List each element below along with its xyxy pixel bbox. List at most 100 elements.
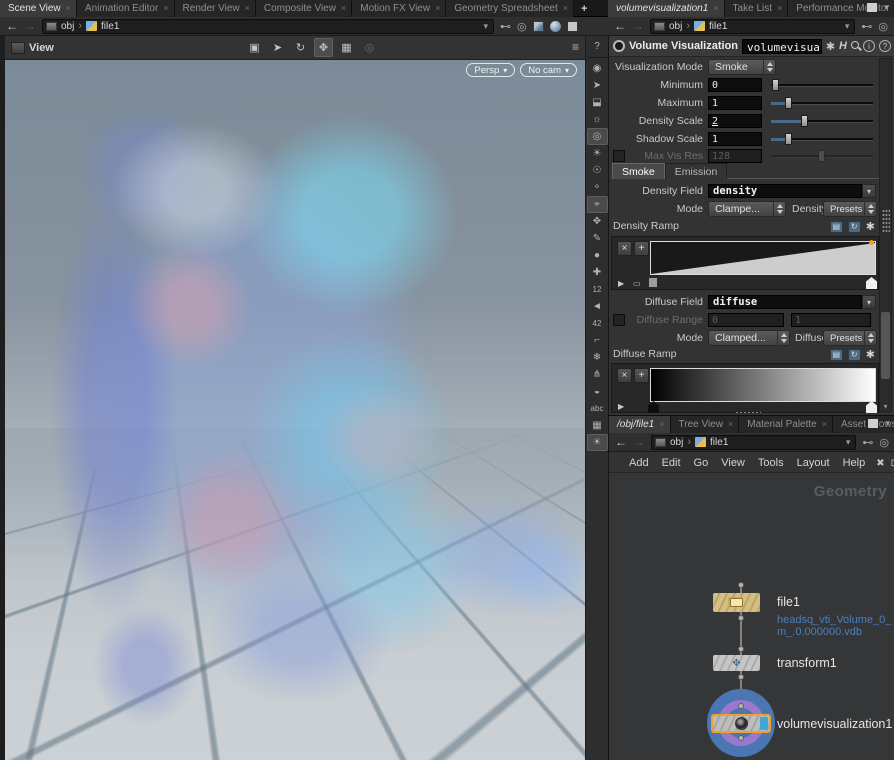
tab-composite-view[interactable]: Composite View× bbox=[256, 0, 352, 17]
node-connector-dot[interactable] bbox=[738, 735, 744, 741]
node-connector-dot[interactable] bbox=[738, 674, 744, 680]
pin-icon[interactable]: ⊷ bbox=[500, 20, 511, 33]
pin-icon[interactable]: ⊷ bbox=[862, 436, 873, 449]
frame-view-icon[interactable]: ⊡ bbox=[891, 458, 894, 469]
diffuse-presets-dropdown[interactable]: Presets bbox=[823, 330, 877, 346]
display-options-icon[interactable]: ≡ bbox=[572, 40, 579, 54]
shadow-scale-field[interactable]: 1 bbox=[708, 132, 762, 146]
houdini-engine-icon[interactable]: H bbox=[839, 40, 847, 52]
ramp-add-point-button[interactable]: + bbox=[634, 368, 649, 383]
node-label-file1[interactable]: file1 bbox=[777, 595, 800, 609]
scene-viewport[interactable]: Persp ▾ No cam ▾ bbox=[5, 60, 585, 760]
lock-camera-icon[interactable]: ⬓ bbox=[587, 94, 608, 111]
floating-pane-icon[interactable] bbox=[567, 21, 578, 32]
ramp-copy-icon[interactable]: ▤ bbox=[830, 221, 843, 233]
radial-menu-icon[interactable]: ◎ bbox=[879, 436, 889, 449]
key-count-icon[interactable]: 42 bbox=[587, 315, 608, 332]
diffuse-ramp-widget[interactable]: × + ▶ bbox=[611, 363, 879, 413]
field-dropdown-icon[interactable]: ▾ bbox=[862, 184, 876, 198]
text-tool-icon[interactable]: abc bbox=[587, 400, 608, 417]
density-scale-slider[interactable] bbox=[771, 115, 873, 127]
search-icon[interactable] bbox=[851, 40, 859, 52]
image-plane-icon[interactable]: ▦ bbox=[587, 417, 608, 434]
shadow-scale-slider[interactable] bbox=[771, 133, 873, 145]
tab-close-icon[interactable]: × bbox=[777, 4, 782, 13]
path-node-label[interactable]: file1 bbox=[101, 21, 119, 32]
ambient-light-icon[interactable]: ☉ bbox=[587, 162, 608, 179]
ramp-expand-icon[interactable]: ▶ bbox=[618, 402, 624, 411]
node-file-path-line2[interactable]: m_.0.000000.vdb bbox=[777, 626, 862, 638]
dot-icon[interactable]: ● bbox=[587, 247, 608, 264]
spinner-icon[interactable] bbox=[864, 331, 876, 345]
view-tool-icon[interactable]: ◎ bbox=[587, 128, 608, 145]
ramp-settings-icon[interactable]: ✱ bbox=[866, 348, 875, 361]
ramp-key-right[interactable] bbox=[866, 277, 877, 289]
diffuse-mode-dropdown[interactable]: Clamped... bbox=[708, 330, 790, 346]
ramp-settings-icon[interactable]: ✱ bbox=[866, 220, 875, 233]
tab-emission[interactable]: Emission bbox=[665, 163, 728, 179]
node-label-transform1[interactable]: transform1 bbox=[777, 656, 837, 670]
forward-icon[interactable]: → bbox=[632, 20, 644, 32]
tab-close-icon[interactable]: × bbox=[659, 420, 664, 429]
path-field[interactable]: obj › file1 ▾ bbox=[650, 19, 855, 34]
spinner-icon[interactable] bbox=[763, 60, 775, 74]
ramp-expand-icon[interactable]: ▶ bbox=[618, 279, 624, 288]
visualization-mode-dropdown[interactable]: Smoke bbox=[708, 59, 776, 75]
frame-count-icon[interactable]: 12 bbox=[587, 281, 608, 298]
density-mode-dropdown[interactable]: Clampe... bbox=[708, 201, 786, 217]
new-tab-button[interactable]: + bbox=[574, 0, 594, 17]
point-light-icon[interactable]: ⚬ bbox=[587, 179, 608, 196]
help-icon[interactable]: ? bbox=[587, 38, 608, 55]
tab-close-icon[interactable]: × bbox=[66, 4, 71, 13]
density-ramp-widget[interactable]: × + ▶ ▭ bbox=[611, 236, 879, 290]
ramp-remove-point-button[interactable]: × bbox=[617, 368, 632, 383]
ramp-key-left[interactable] bbox=[648, 277, 658, 288]
gear-menu-icon[interactable]: ✱ bbox=[826, 40, 835, 53]
tab-close-icon[interactable]: × bbox=[822, 420, 827, 429]
ramp-remove-point-button[interactable]: × bbox=[617, 241, 632, 256]
diffuse-ramp-gradient[interactable] bbox=[650, 368, 876, 402]
tab-close-icon[interactable]: × bbox=[163, 4, 168, 13]
menu-help[interactable]: Help bbox=[843, 457, 866, 469]
tab-geometry-spreadsheet[interactable]: Geometry Spreadsheet× bbox=[446, 0, 574, 17]
back-icon[interactable]: ← bbox=[6, 20, 18, 32]
multi-select-icon[interactable]: ✥ bbox=[587, 213, 608, 230]
geometry-box-icon[interactable]: ▦ bbox=[337, 38, 356, 57]
node-transform1[interactable]: ✥ bbox=[713, 655, 760, 671]
stroke-icon[interactable]: ✚ bbox=[587, 264, 608, 281]
ramp-reload-icon[interactable]: ↻ bbox=[848, 221, 861, 233]
mute-icon[interactable]: ◄ bbox=[587, 298, 608, 315]
tab-close-icon[interactable]: × bbox=[713, 4, 718, 13]
tab-close-icon[interactable]: × bbox=[341, 4, 346, 13]
tab-obj-file1[interactable]: /obj/file1× bbox=[609, 416, 671, 433]
param-scrollbar[interactable]: ▾ bbox=[879, 58, 892, 412]
minimum-field[interactable]: 0 bbox=[708, 78, 762, 92]
pane-menu-icon[interactable]: ▾ bbox=[884, 2, 889, 13]
selected-key-dot[interactable] bbox=[869, 240, 874, 245]
network-canvas[interactable]: Geometry file1 headsq_vti_Volume_0_ m_.0… bbox=[609, 473, 894, 760]
path-dropdown-icon[interactable]: ▾ bbox=[481, 21, 490, 32]
snapshot-icon[interactable]: ▣ bbox=[245, 38, 264, 57]
path-node-label[interactable]: file1 bbox=[710, 437, 728, 448]
ramp-copy-icon[interactable]: ▤ bbox=[830, 349, 843, 361]
maximum-field[interactable]: 1 bbox=[708, 96, 762, 110]
camera-select-button[interactable]: No cam ▾ bbox=[520, 63, 577, 77]
tab-volumevisualization1[interactable]: volumevisualization1× bbox=[608, 0, 725, 17]
scrollbar-handle[interactable] bbox=[881, 312, 890, 379]
tab-tree-view[interactable]: Tree View× bbox=[671, 416, 740, 433]
lamp-icon[interactable]: ☀ bbox=[587, 434, 608, 451]
pane-menu-icon[interactable]: ▾ bbox=[885, 418, 890, 429]
tab-render-view[interactable]: Render View× bbox=[175, 0, 256, 17]
snap-target-icon[interactable]: ⌖ bbox=[587, 196, 608, 213]
tab-close-icon[interactable]: × bbox=[435, 4, 440, 13]
view-mode-icon[interactable]: ◉ bbox=[587, 60, 608, 77]
back-icon[interactable]: ← bbox=[614, 20, 626, 32]
diffuse-field-input[interactable]: diffuse bbox=[708, 295, 862, 309]
ramp-view-icon[interactable]: ▭ bbox=[633, 279, 641, 288]
show-handles-icon[interactable]: ✥ bbox=[314, 38, 333, 57]
select-arrow-icon[interactable]: ➤ bbox=[587, 77, 608, 94]
tab-take-list[interactable]: Take List× bbox=[725, 0, 789, 17]
ramp-key-right[interactable] bbox=[866, 401, 877, 413]
menu-tools[interactable]: Tools bbox=[758, 457, 784, 469]
info-icon[interactable]: i bbox=[863, 40, 875, 52]
